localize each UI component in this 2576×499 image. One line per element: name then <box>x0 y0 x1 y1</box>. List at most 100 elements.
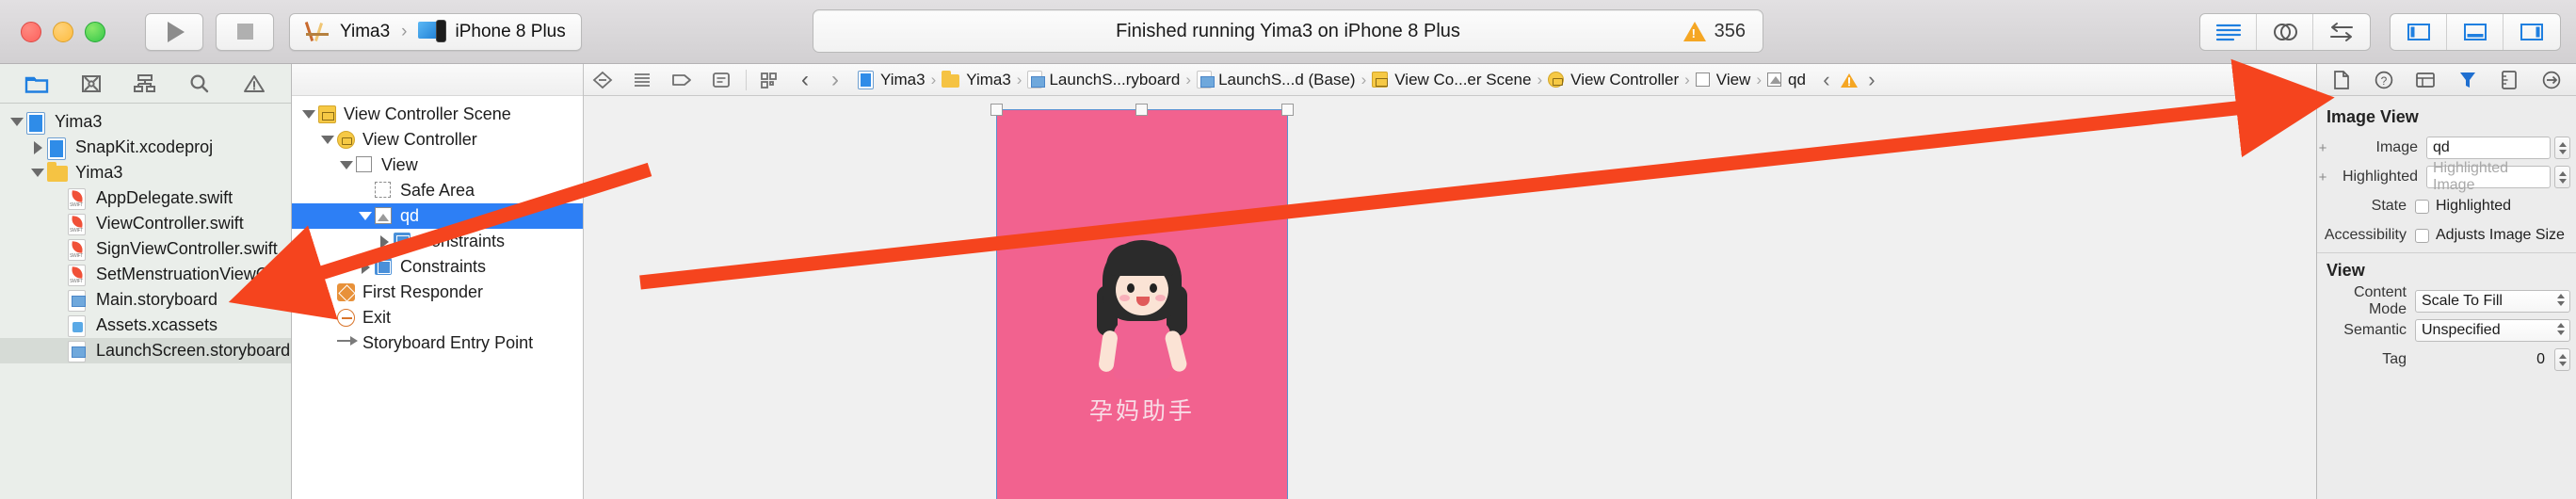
standard-editor-button[interactable] <box>2200 13 2257 50</box>
highlighted-dropdown-arrows[interactable] <box>2554 166 2570 188</box>
run-button[interactable] <box>145 12 203 51</box>
toggle-utilities-button[interactable] <box>2504 14 2560 50</box>
semantic-select[interactable]: Unspecified <box>2415 319 2570 342</box>
outline-row-view-controller[interactable]: View Controller <box>292 127 583 153</box>
scheme-project-segment[interactable]: Yima3 <box>304 20 390 44</box>
highlighted-input[interactable]: Highlighted Image <box>2426 160 2551 193</box>
view-controller-view[interactable]: 孕妈助手 <box>990 104 1294 499</box>
accessibility-checkbox[interactable]: Adjusts Image Size <box>2415 227 2565 244</box>
checkbox-box[interactable] <box>2415 199 2429 214</box>
tab-identity-inspector[interactable] <box>2412 68 2439 92</box>
no-editor-icon[interactable] <box>591 70 614 90</box>
navigator-row-setmenstruationviewcontroller-swift[interactable]: SWIFT SetMenstruationViewController.swift <box>0 262 291 287</box>
breadcrumb-yima3[interactable]: Yima3 <box>942 71 1011 89</box>
image-dropdown-arrows[interactable] <box>2554 137 2570 159</box>
disclosure-triangle[interactable] <box>337 161 356 169</box>
activity-status-bar[interactable]: Finished running Yima3 on iPhone 8 Plus … <box>813 9 1763 53</box>
navigator-row-signviewcontroller-swift[interactable]: SWIFT SignViewController.swift <box>0 236 291 262</box>
grid-icon[interactable] <box>758 70 781 90</box>
breadcrumb-launchs-d-base-[interactable]: LaunchS...d (Base) <box>1197 71 1356 89</box>
add-highlighted-icon[interactable]: + <box>2317 169 2328 185</box>
outline-row-safe-area[interactable]: Safe Area <box>292 178 583 203</box>
tab-find-navigator[interactable] <box>184 70 216 98</box>
breadcrumb-view-controller[interactable]: View Controller <box>1548 71 1679 89</box>
image-input[interactable]: qd <box>2426 137 2551 159</box>
disclosure-triangle[interactable] <box>299 110 318 119</box>
navigator-row-main-storyboard[interactable]: Main.storyboard <box>0 287 291 313</box>
related-items-icon[interactable] <box>631 70 653 90</box>
storyboard-canvas[interactable]: 孕妈助手 <box>584 96 2316 499</box>
tab-connections-inspector[interactable] <box>2538 68 2565 92</box>
project-file-tree[interactable]: Yima3 SnapKit.xcodeproj Yima3 SWIFT AppDeleg… <box>0 104 291 499</box>
navigator-row-appdelegate-swift[interactable]: SWIFT AppDelegate.swift <box>0 185 291 211</box>
forward-button[interactable]: › <box>824 67 846 92</box>
inspector-fields[interactable]: Image View + Image qd + Highlighted Highlighte… <box>2317 96 2576 499</box>
tab-issue-navigator[interactable] <box>238 70 270 98</box>
outline-row-constraints[interactable]: Constraints <box>292 254 583 280</box>
outline-row-exit[interactable]: Exit <box>292 305 583 330</box>
resize-handle-top-center[interactable] <box>1135 104 1148 116</box>
outline-row-view[interactable]: View <box>292 153 583 178</box>
breadcrumb-qd[interactable]: qd <box>1767 71 1806 89</box>
state-checkbox[interactable]: Highlighted <box>2415 198 2511 215</box>
outline-row-constraints[interactable]: Constraints <box>292 229 583 254</box>
breadcrumb-view[interactable]: View <box>1695 71 1750 89</box>
tag-value[interactable]: 0 <box>2415 351 2551 368</box>
zoom-button[interactable] <box>85 21 105 42</box>
tab-quick-help-inspector[interactable]: ? <box>2371 68 2397 92</box>
navigator-row-yima3[interactable]: Yima3 <box>0 160 291 185</box>
jump-bar-next-icon[interactable]: › <box>1860 68 1883 91</box>
warning-badge[interactable]: 356 <box>1682 21 1746 42</box>
tab-source-control-navigator[interactable] <box>75 70 107 98</box>
jump-bar-breadcrumbs[interactable]: Yima3 › Yima3 › LaunchS...ryboard › LaunchS...… <box>858 70 1806 89</box>
disclosure-triangle[interactable] <box>356 260 375 274</box>
resize-handle-top-left[interactable] <box>990 104 1003 116</box>
checkbox-box[interactable] <box>2415 228 2429 243</box>
navigator-row-viewcontroller-swift[interactable]: SWIFT ViewController.swift <box>0 211 291 236</box>
tab-project-navigator[interactable] <box>21 70 53 98</box>
navigator-row-yima3[interactable]: Yima3 <box>0 109 291 135</box>
field-label-semantic: Semantic <box>2343 322 2407 338</box>
assistant-editor-button[interactable] <box>2257 13 2313 50</box>
disclosure-triangle[interactable] <box>356 212 375 220</box>
minimize-button[interactable] <box>53 21 73 42</box>
tag-icon[interactable] <box>670 70 693 90</box>
document-icon[interactable] <box>710 70 733 90</box>
version-editor-button[interactable] <box>2313 14 2370 50</box>
tab-size-inspector[interactable] <box>2496 68 2522 92</box>
scheme-device-segment[interactable]: iPhone 8 Plus <box>418 19 566 44</box>
disclosure-triangle[interactable] <box>375 234 394 249</box>
inspector-field-highlighted: + Highlighted Highlighted Image <box>2317 160 2576 193</box>
scheme-selector[interactable]: Yima3 › iPhone 8 Plus <box>289 12 582 51</box>
back-button[interactable]: ‹ <box>794 67 816 92</box>
disclosure-triangle[interactable] <box>28 140 47 154</box>
disclosure-triangle[interactable] <box>28 169 47 177</box>
close-button[interactable] <box>21 21 41 42</box>
breadcrumb-view-co-er-scene[interactable]: View Co...er Scene <box>1372 71 1531 89</box>
tab-attributes-inspector[interactable] <box>2455 68 2481 92</box>
jump-bar-warning-icon[interactable] <box>1838 70 1860 90</box>
resize-handle-top-right[interactable] <box>1281 104 1294 116</box>
outline-row-label: Storyboard Entry Point <box>362 333 534 352</box>
tab-symbol-navigator[interactable] <box>129 70 161 98</box>
content-mode-select[interactable]: Scale To Fill <box>2415 290 2570 313</box>
outline-row-storyboard-entry-point[interactable]: Storyboard Entry Point <box>292 330 583 356</box>
disclosure-triangle[interactable] <box>318 136 337 144</box>
navigator-row-assets-xcassets[interactable]: Assets.xcassets <box>0 313 291 338</box>
jump-bar-prev-icon[interactable]: ‹ <box>1815 68 1838 91</box>
add-image-icon[interactable]: + <box>2317 140 2328 156</box>
tab-file-inspector[interactable] <box>2328 68 2355 92</box>
breadcrumb-launchs-ryboard[interactable]: LaunchS...ryboard <box>1027 71 1180 89</box>
disclosure-triangle[interactable] <box>8 118 26 126</box>
navigator-row-launchscreen-storyboard[interactable]: LaunchScreen.storyboard <box>0 338 291 363</box>
outline-row-view-controller-scene[interactable]: View Controller Scene <box>292 102 583 127</box>
navigator-row-snapkit-xcodeproj[interactable]: SnapKit.xcodeproj <box>0 135 291 160</box>
outline-row-first-responder[interactable]: First Responder <box>292 280 583 305</box>
outline-row-qd[interactable]: qd <box>292 203 583 229</box>
document-outline-list[interactable]: View Controller Scene View Controller View… <box>292 96 583 499</box>
breadcrumb-yima3[interactable]: Yima3 <box>858 70 926 89</box>
stop-button[interactable] <box>216 12 274 51</box>
toggle-navigator-button[interactable] <box>2391 13 2447 50</box>
toggle-debug-area-button[interactable] <box>2447 13 2504 50</box>
tag-stepper[interactable] <box>2554 348 2570 371</box>
